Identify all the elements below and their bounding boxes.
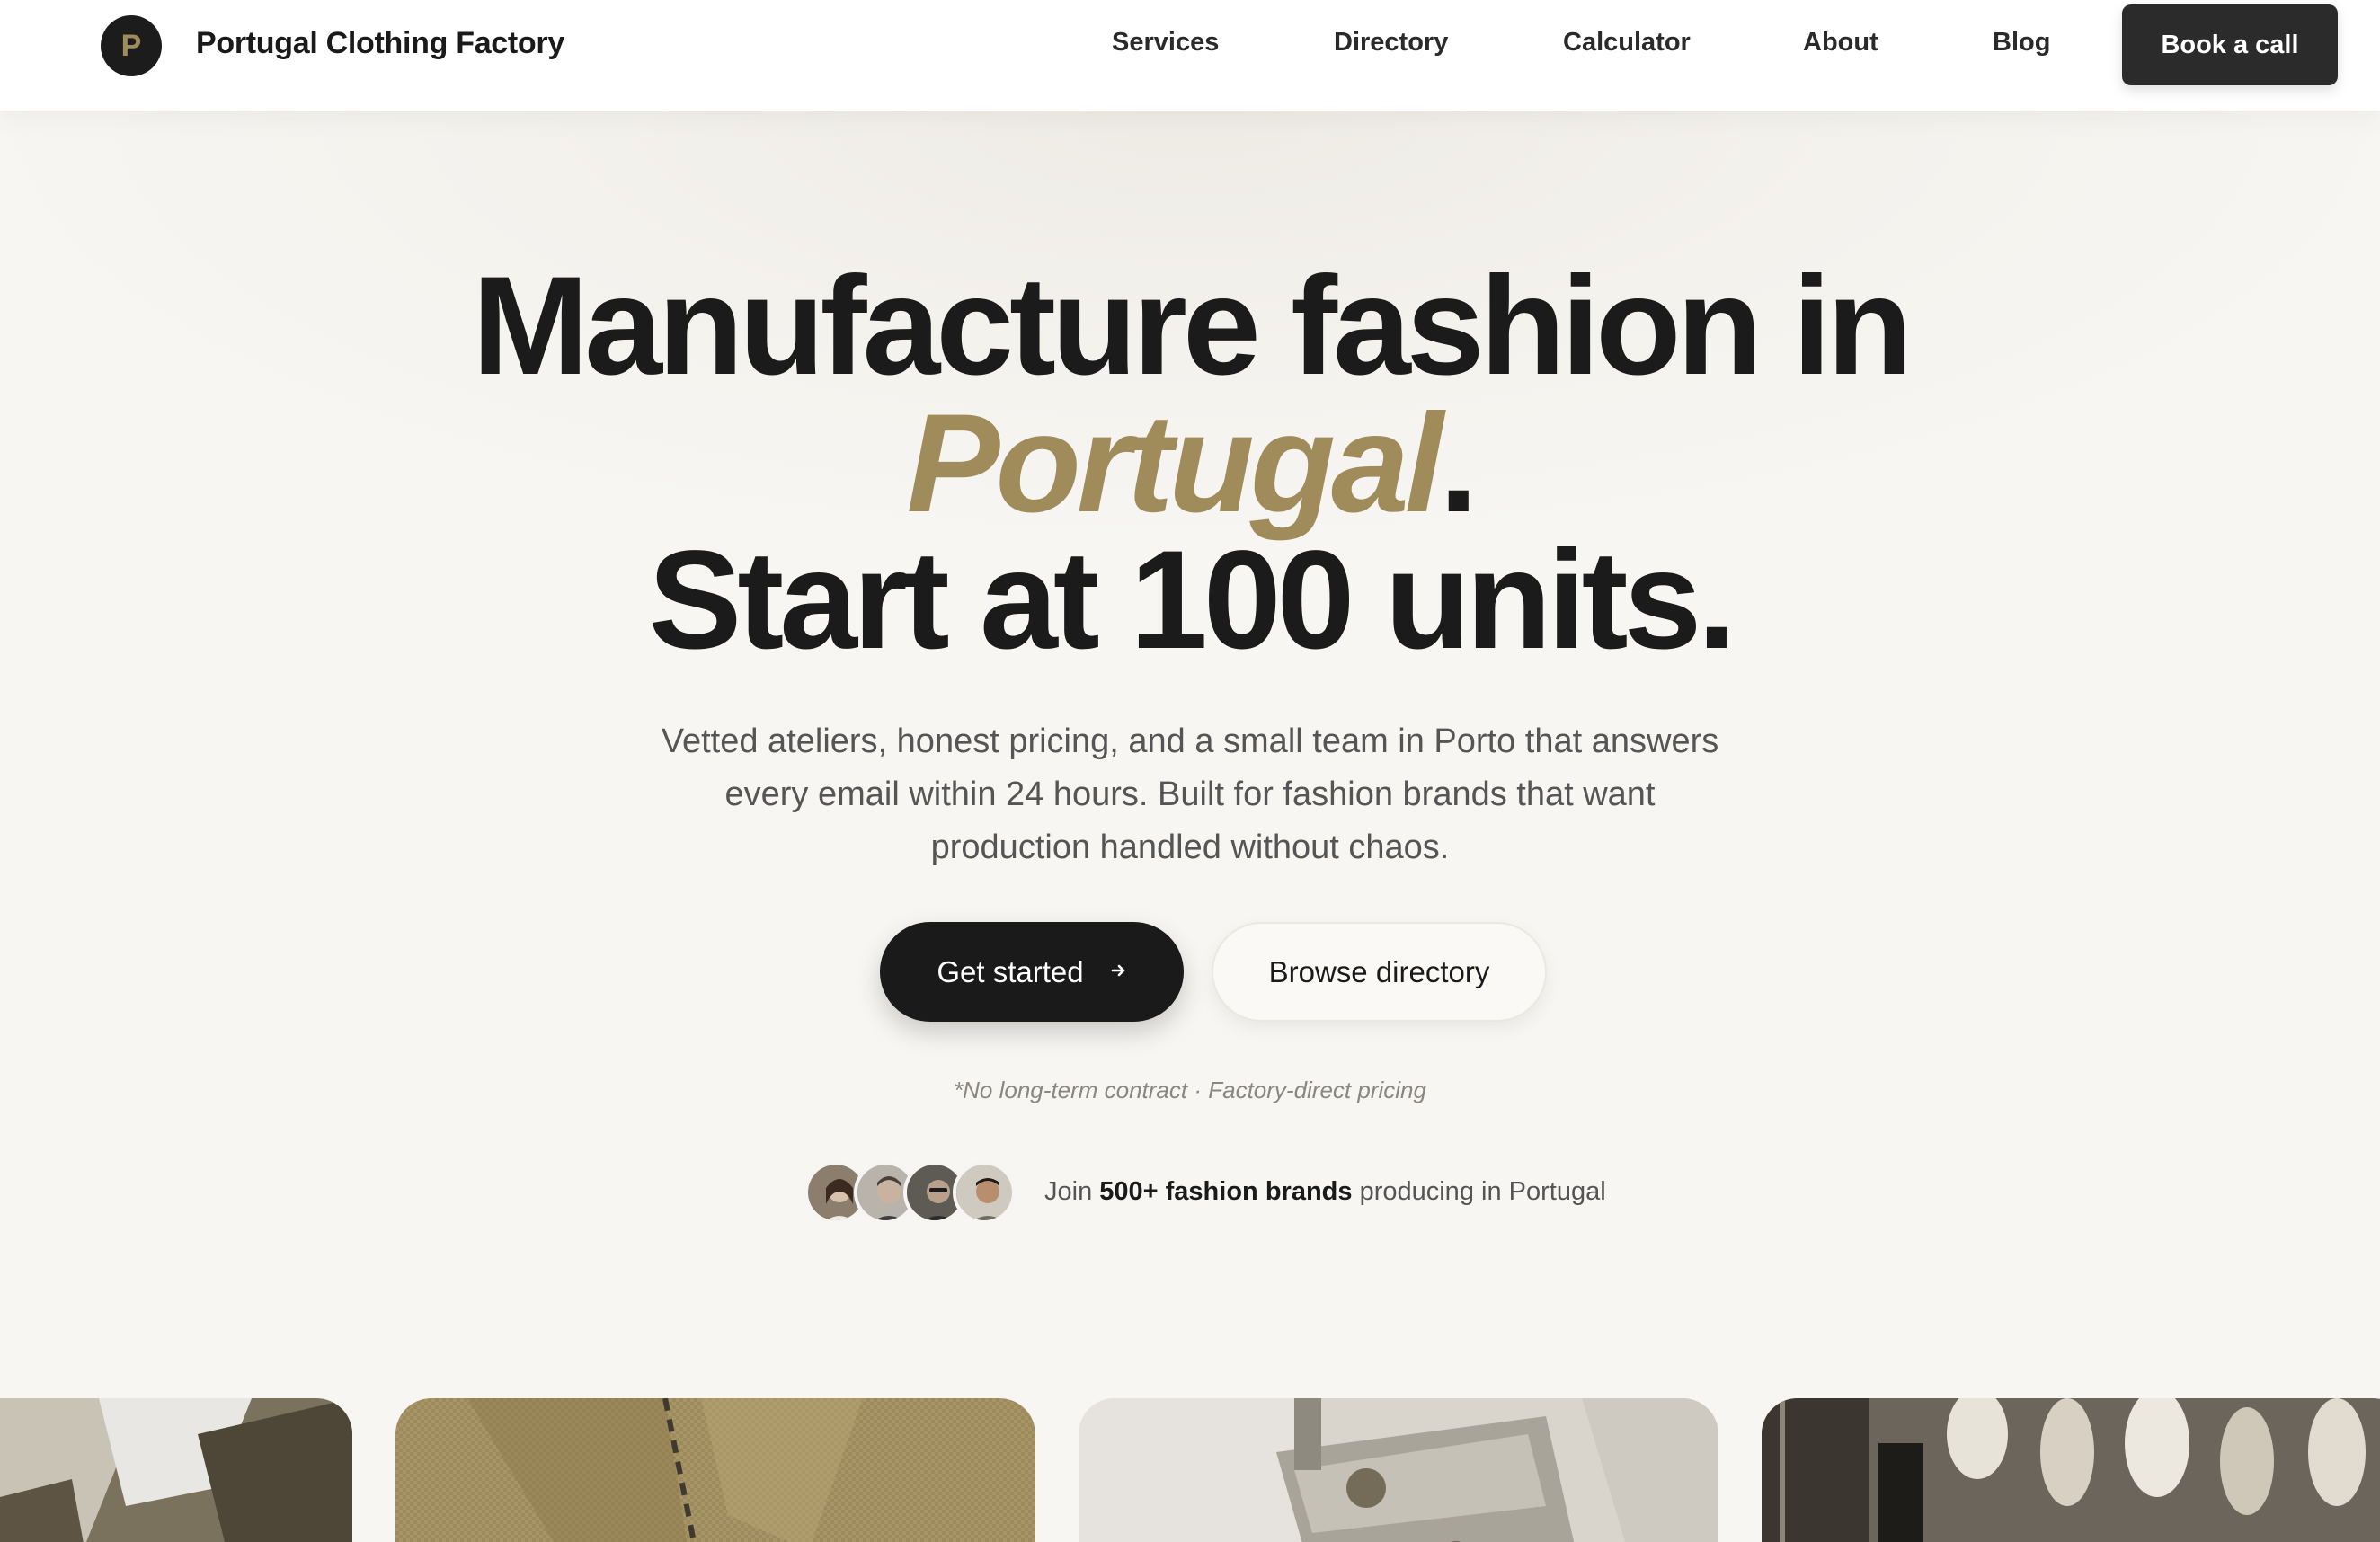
social-proof-text: Join 500+ fashion brands producing in Po… xyxy=(1044,1177,1606,1207)
fineprint-note: *No long-term contract · Factory-direct … xyxy=(954,1077,1426,1103)
nav-link-services[interactable]: Services xyxy=(1112,28,1219,58)
headline-period: . xyxy=(1439,386,1478,542)
top-navigation: P Portugal Clothing Factory Services Dir… xyxy=(0,0,2380,111)
nav-link-directory[interactable]: Directory xyxy=(1334,28,1448,58)
hero-subtitle: Vetted ateliers, honest pricing, and a s… xyxy=(661,722,1719,866)
collar-shirt-image xyxy=(395,1398,1035,1542)
browse-directory-button[interactable]: Browse directory xyxy=(1212,922,1547,1022)
social-suffix: producing in Portugal xyxy=(1352,1177,1606,1206)
nav-link-blog[interactable]: Blog xyxy=(1993,28,2050,58)
sewing-machine-image xyxy=(1079,1398,1718,1542)
social-count: 500+ fashion brands xyxy=(1099,1177,1353,1206)
get-started-button[interactable]: Get started xyxy=(880,922,1184,1022)
nav-link-calculator[interactable]: Calculator xyxy=(1563,28,1691,58)
get-started-label: Get started xyxy=(937,954,1084,988)
nav-link-about[interactable]: About xyxy=(1803,28,1878,58)
mannequins-image xyxy=(1762,1398,2380,1542)
arrow-right-icon xyxy=(1111,960,1127,985)
headline-line-2: Portugal. xyxy=(0,394,2380,534)
logo-icon[interactable]: P xyxy=(101,15,162,76)
avatar xyxy=(953,1161,1016,1224)
headline-line-3: Start at 100 units. xyxy=(648,522,1736,678)
logo-letter: P xyxy=(120,28,142,63)
headline-line-1: Manufacture fashion in xyxy=(472,248,1912,404)
book-call-button[interactable]: Book a call xyxy=(2122,4,2338,85)
avatar-group xyxy=(804,1161,1020,1224)
brand-name[interactable]: Portugal Clothing Factory xyxy=(196,26,564,61)
headline-accent: Portugal xyxy=(906,386,1443,542)
sewing-hands-image xyxy=(0,1398,352,1542)
social-prefix: Join xyxy=(1044,1177,1100,1206)
